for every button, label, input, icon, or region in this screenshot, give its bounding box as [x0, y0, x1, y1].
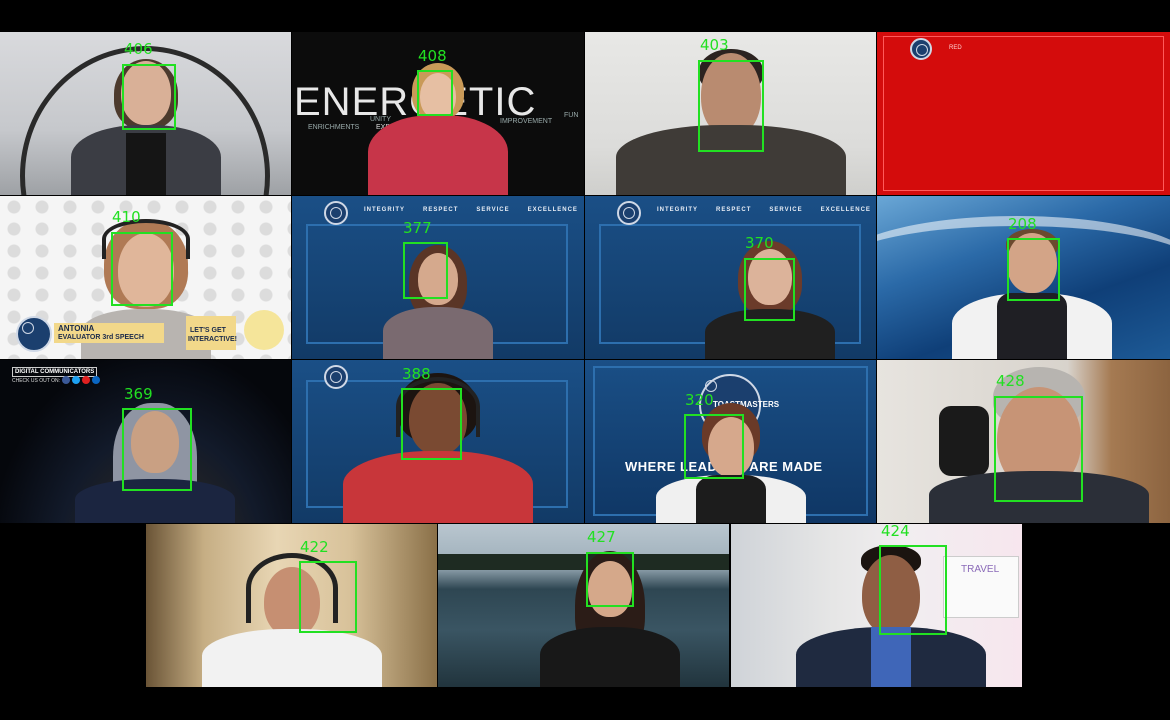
video-tile-388[interactable]: 388	[292, 360, 584, 523]
face-id-label: 370	[745, 234, 774, 252]
face-box	[684, 414, 744, 479]
hand-icon	[244, 310, 284, 350]
value-label: SERVICE	[769, 207, 803, 213]
video-tile-428[interactable]: 428	[877, 360, 1170, 523]
toastmasters-logo	[910, 38, 932, 60]
video-tile-369[interactable]: DIGITAL COMMUNICATORS CHECK US OUT ON: 3…	[0, 360, 291, 523]
toastmasters-logo	[324, 201, 348, 225]
video-tile-red[interactable]: RED	[877, 32, 1170, 195]
face-id-label: 424	[881, 524, 910, 540]
video-tile-370[interactable]: INTEGRITY RESPECT SERVICE EXCELLENCE 370	[585, 196, 876, 359]
video-tile-410[interactable]: 410 ANTONIA EVALUATOR 3rd SPEECH LET'S G…	[0, 196, 291, 359]
face-box	[586, 552, 634, 607]
participant-422	[192, 537, 392, 687]
face-id-label: 377	[403, 219, 432, 237]
face-box	[403, 242, 448, 299]
values-bar: INTEGRITY RESPECT SERVICE EXCELLENCE	[364, 207, 578, 213]
face-box	[1007, 238, 1060, 301]
slide-frame	[883, 36, 1164, 191]
video-tile-208[interactable]: 208	[877, 196, 1170, 359]
video-tile-427[interactable]: 427	[438, 524, 729, 687]
value-label: INTEGRITY	[657, 207, 699, 213]
banner-name: ANTONIA	[58, 324, 95, 333]
value-label: EXCELLENCE	[820, 207, 871, 213]
toastmasters-logo	[16, 316, 52, 352]
face-box	[744, 258, 795, 321]
background-word: ENRICHMENTS	[308, 124, 360, 131]
face-box	[698, 60, 764, 152]
video-tile-320[interactable]: TOASTMASTERS WHERE LEADERS ARE MADE 320	[585, 360, 876, 523]
value-label: RESPECT	[716, 207, 752, 213]
face-box	[111, 232, 173, 306]
cta-line-2: INTERACTIVE!	[188, 336, 237, 343]
value-label: INTEGRITY	[364, 207, 406, 213]
video-tile-422[interactable]: 422	[146, 524, 437, 687]
video-tile-406[interactable]: 406	[0, 32, 291, 195]
face-id-label: 408	[418, 47, 447, 65]
toastmasters-logo	[617, 201, 641, 225]
face-box	[417, 70, 453, 116]
face-id-label: 406	[124, 40, 153, 58]
face-box	[122, 64, 176, 130]
face-box	[401, 388, 462, 460]
face-id-label: 388	[402, 365, 431, 383]
check-us-out-label: CHECK US OUT ON:	[12, 378, 60, 384]
face-id-label: 208	[1008, 215, 1037, 233]
face-id-label: 428	[996, 372, 1025, 390]
video-tile-424[interactable]: TRAVEL 424	[731, 524, 1022, 687]
face-id-label: 320	[685, 391, 714, 409]
values-bar: INTEGRITY RESPECT SERVICE EXCELLENCE	[657, 207, 871, 213]
facebook-icon	[62, 376, 70, 384]
value-label: SERVICE	[476, 207, 510, 213]
face-box	[994, 396, 1083, 502]
background-word: FUN	[564, 112, 579, 119]
video-tile-403[interactable]: 403	[585, 32, 876, 195]
face-box	[879, 545, 947, 635]
face-id-label: 410	[112, 208, 141, 226]
cta-line-1: LET'S GET	[190, 327, 226, 334]
face-box	[122, 408, 192, 491]
face-id-label: 403	[700, 36, 729, 54]
banner-role: EVALUATOR 3rd SPEECH	[58, 334, 144, 341]
video-tile-408[interactable]: ENERGETIC ENRICHMENTS UNITY EXPERI IMPRO…	[292, 32, 584, 195]
value-label: RESPECT	[423, 207, 459, 213]
face-id-label: 369	[124, 385, 153, 403]
video-tile-377[interactable]: INTEGRITY RESPECT SERVICE EXCELLENCE 377	[292, 196, 584, 359]
face-box	[299, 561, 357, 633]
red-slide-label: RED	[949, 45, 962, 51]
face-id-label: 427	[587, 528, 616, 546]
face-id-label: 422	[300, 538, 329, 556]
value-label: EXCELLENCE	[527, 207, 578, 213]
